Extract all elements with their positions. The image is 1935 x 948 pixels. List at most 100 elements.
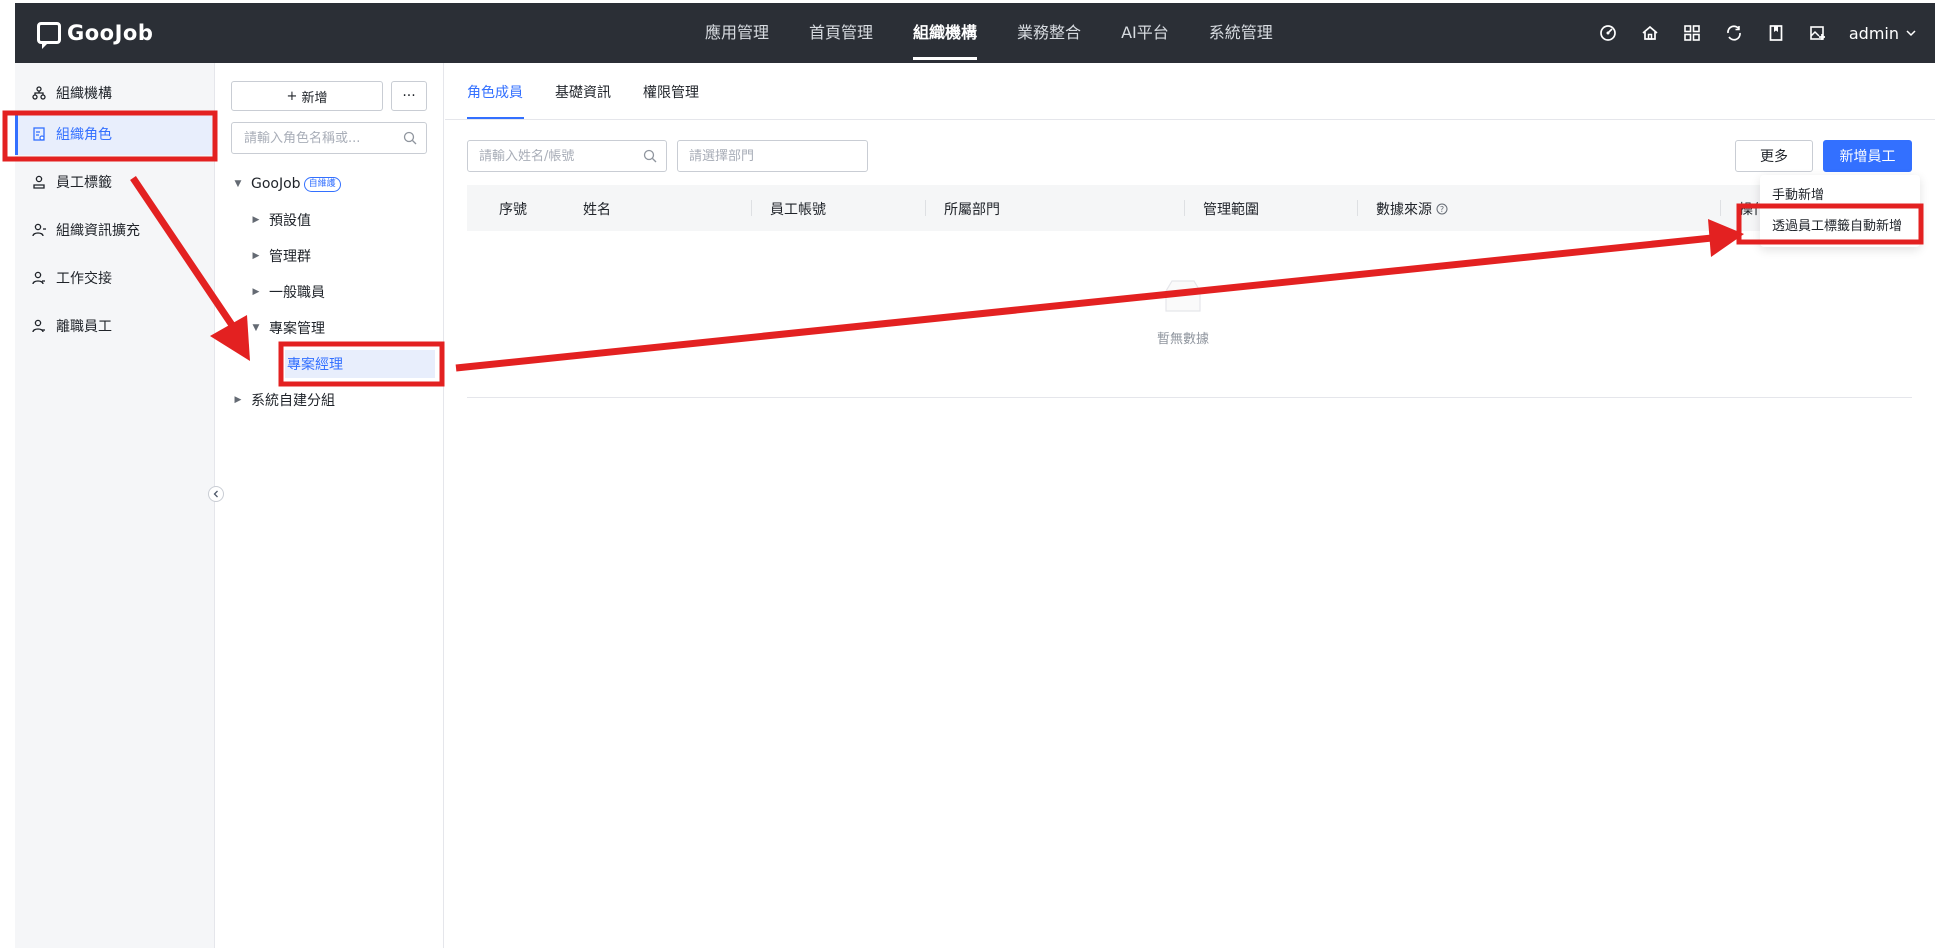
- apps-grid-icon[interactable]: [1681, 22, 1703, 44]
- role-doc-icon: [31, 126, 47, 142]
- home-icon[interactable]: [1639, 22, 1661, 44]
- top-navbar: GooJob 應用管理 首頁管理 組織機構 業務整合 AI平台 系統管理 adm…: [15, 3, 1935, 63]
- top-menu: 應用管理 首頁管理 組織機構 業務整合 AI平台 系統管理: [685, 3, 1293, 63]
- tree-node-general-staff[interactable]: ▶ 一般職員: [249, 278, 325, 306]
- dashboard-icon[interactable]: [1597, 22, 1619, 44]
- tree-node-project-manager[interactable]: 專案經理: [285, 350, 435, 378]
- role-search-input[interactable]: [244, 130, 394, 146]
- tab-basic-info[interactable]: 基礎資訊: [555, 82, 611, 102]
- role-search-box: [231, 122, 427, 154]
- sidebar-item-label: 員工標籤: [56, 175, 112, 191]
- table-header: 序號 姓名 員工帳號 所屬部門 管理範圍 數據來源 ? 操作: [467, 185, 1912, 231]
- user-menu[interactable]: admin: [1849, 24, 1917, 43]
- col-header-index: 序號: [499, 202, 527, 218]
- table-bottom-border: [467, 397, 1912, 398]
- sidebar-item-label: 組織角色: [56, 127, 112, 143]
- self-maintained-badge: 自維護: [303, 176, 341, 192]
- top-icons: admin: [1597, 3, 1917, 63]
- tree-node-label: 管理群: [269, 249, 311, 265]
- column-divider: [1184, 200, 1185, 216]
- image-add-icon[interactable]: [1807, 22, 1829, 44]
- main-content: 角色成員 基礎資訊 權限管理 更多 新增員工 序號 姓名 員工帳號 所屬部門 管…: [445, 63, 1935, 948]
- caret-down-icon[interactable]: ▼: [249, 321, 263, 335]
- app-window: GooJob 應用管理 首頁管理 組織機構 業務整合 AI平台 系統管理 adm…: [15, 3, 1935, 948]
- dropdown-item-manual-add[interactable]: 手動新增: [1772, 184, 1824, 203]
- empty-state-text: 暫無數據: [1156, 332, 1209, 347]
- sidebar-item-org-info-extension[interactable]: 組織資訊擴充: [15, 209, 215, 251]
- add-employee-button[interactable]: 新增員工: [1823, 140, 1912, 172]
- username: admin: [1848, 23, 1899, 43]
- new-role-label: 新增: [301, 90, 328, 106]
- user-leave-icon: [31, 318, 47, 334]
- sidebar-item-work-handover[interactable]: 工作交接: [15, 257, 215, 299]
- tree-node-root[interactable]: ▼ GooJob 自維護: [231, 170, 341, 198]
- bookmark-icon[interactable]: [1765, 22, 1787, 44]
- caret-right-icon[interactable]: ▶: [231, 393, 245, 407]
- sidebar-item-organization[interactable]: 組織機構: [15, 72, 215, 114]
- col-header-account: 員工帳號: [770, 202, 826, 218]
- department-select-input[interactable]: [689, 148, 849, 164]
- sidebar: 組織機構 組織角色 員工標籤 組織資訊擴充 工作交接 離職員工: [15, 63, 215, 948]
- topnav-item-business-integration[interactable]: 業務整合: [997, 3, 1101, 63]
- role-tree-panel: + 新增 ··· ▼ GooJob 自維護 ▶ 預設值 ▶ 管理群 ▶ 一般職員…: [215, 63, 444, 948]
- more-options-button[interactable]: ···: [391, 81, 427, 111]
- topnav-item-ai-platform[interactable]: AI平台: [1101, 3, 1189, 63]
- caret-down-icon[interactable]: ▼: [231, 177, 245, 191]
- empty-box-icon: [1165, 280, 1201, 312]
- sidebar-item-employee-tags[interactable]: 員工標籤: [15, 161, 215, 203]
- column-divider: [751, 200, 752, 216]
- search-icon[interactable]: [643, 149, 657, 167]
- user-tag-icon: [31, 174, 47, 190]
- sidebar-item-roles[interactable]: 組織角色: [15, 113, 215, 155]
- topnav-item-app-management[interactable]: 應用管理: [685, 3, 789, 63]
- sync-icon[interactable]: [1723, 22, 1745, 44]
- sidebar-collapse-button[interactable]: [208, 486, 224, 502]
- logo[interactable]: GooJob: [37, 19, 154, 49]
- tree-node-admin-group[interactable]: ▶ 管理群: [249, 242, 311, 270]
- col-header-department: 所屬部門: [944, 202, 1000, 218]
- user-handover-icon: [31, 270, 47, 286]
- col-header-data-source: 數據來源 ?: [1376, 199, 1448, 219]
- tree-node-label: GooJob: [251, 176, 301, 192]
- topnav-item-system-management[interactable]: 系統管理: [1189, 3, 1293, 63]
- new-role-button[interactable]: + 新增: [231, 81, 383, 111]
- tree-node-system-groups[interactable]: ▶ 系統自建分組: [231, 386, 335, 414]
- svg-text:?: ?: [1440, 205, 1444, 214]
- sidebar-item-label: 離職員工: [56, 319, 112, 335]
- name-search-input[interactable]: [479, 148, 629, 164]
- sidebar-item-resigned-employees[interactable]: 離職員工: [15, 305, 215, 347]
- tree-node-label: 一般職員: [269, 285, 325, 301]
- sidebar-item-label: 工作交接: [56, 271, 112, 287]
- tab-bar: 角色成員 基礎資訊 權限管理: [445, 63, 1935, 120]
- tree-node-defaults[interactable]: ▶ 預設值: [249, 206, 311, 234]
- caret-right-icon[interactable]: ▶: [249, 249, 263, 263]
- add-employee-dropdown: 手動新增 透過員工標籤自動新增: [1760, 175, 1920, 247]
- caret-right-icon[interactable]: ▶: [249, 213, 263, 227]
- name-search-box: [467, 140, 667, 172]
- org-tree-icon: [31, 85, 47, 101]
- active-tab-indicator: [467, 117, 524, 119]
- column-divider: [1357, 200, 1358, 216]
- topnav-item-homepage-management[interactable]: 首頁管理: [789, 3, 893, 63]
- search-icon[interactable]: [403, 131, 417, 149]
- more-button[interactable]: 更多: [1735, 140, 1813, 172]
- tree-node-label: 專案管理: [269, 321, 325, 337]
- topnav-item-organization[interactable]: 組織機構: [893, 3, 997, 63]
- tree-node-label: 專案經理: [287, 357, 343, 373]
- caret-right-icon[interactable]: ▶: [249, 285, 263, 299]
- user-extend-icon: [31, 222, 47, 238]
- dropdown-item-add-by-tag[interactable]: 透過員工標籤自動新增: [1772, 215, 1902, 234]
- tab-role-members[interactable]: 角色成員: [467, 82, 523, 102]
- tree-node-label: 系統自建分組: [251, 393, 335, 409]
- plus-icon: +: [286, 88, 298, 104]
- chevron-down-icon: [1906, 30, 1916, 37]
- department-select[interactable]: [677, 140, 868, 172]
- chevron-left-icon: [213, 490, 218, 498]
- help-icon[interactable]: ?: [1436, 203, 1448, 215]
- column-divider: [1720, 200, 1721, 216]
- tree-node-label: 預設值: [269, 213, 311, 229]
- logo-icon: [37, 22, 61, 49]
- tab-permissions[interactable]: 權限管理: [643, 82, 699, 102]
- logo-text: GooJob: [67, 21, 154, 45]
- tree-node-project-management[interactable]: ▼ 專案管理: [249, 314, 325, 342]
